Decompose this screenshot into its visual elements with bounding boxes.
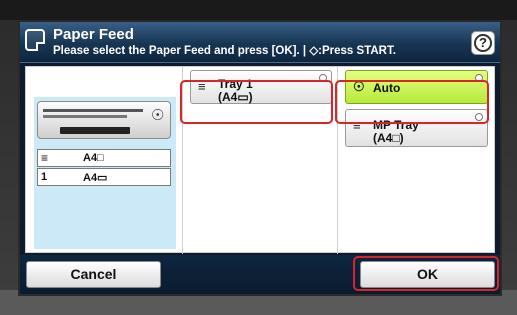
mp-tray-icon: ≡ xyxy=(353,118,361,133)
tray-icon: ≡ xyxy=(198,79,206,94)
printer-illustration: ☉ xyxy=(37,101,171,139)
touch-screen: Paper Feed Please select the Paper Feed … xyxy=(18,20,502,296)
mp-tray-icon: ≡ xyxy=(41,151,49,165)
preview-tray-paper: A4▭ xyxy=(83,172,108,184)
mp-tray-option-button[interactable]: ≡ MP Tray (A4□) xyxy=(345,109,488,147)
scanner-line xyxy=(43,109,143,112)
radio-indicator xyxy=(319,74,327,82)
radio-indicator xyxy=(475,113,483,121)
output-slot xyxy=(60,127,130,134)
auto-feed-icon: ☉ xyxy=(353,79,365,94)
radio-indicator xyxy=(475,74,483,82)
preview-tray-row: 1 A4▭ xyxy=(37,168,171,186)
machine-preview: ☉ ≡ A4□ 1 A4▭ xyxy=(34,97,176,249)
preview-tray-row: ≡ A4□ xyxy=(37,149,171,167)
device-bezel-right xyxy=(502,20,517,290)
tray-number: 1 xyxy=(41,171,48,183)
option-label: Auto xyxy=(373,81,401,95)
header-bar: Paper Feed Please select the Paper Feed … xyxy=(20,22,500,63)
option-paper-size: (A4▭) xyxy=(218,90,253,104)
paper-feed-panel: ☉ ≡ A4□ 1 A4▭ ≡ Tray 1 (A4▭) ☉ Auto ≡ MP… xyxy=(25,66,495,254)
tray1-option-button[interactable]: ≡ Tray 1 (A4▭) xyxy=(190,70,332,104)
help-button[interactable]: ? xyxy=(471,31,495,55)
footer-bar: Cancel OK xyxy=(20,255,500,294)
column-divider xyxy=(337,67,338,254)
help-icon: ? xyxy=(474,34,492,52)
page-instructions: Please select the Paper Feed and press [… xyxy=(53,45,396,57)
option-label: Tray 1 xyxy=(218,77,253,91)
cancel-button[interactable]: Cancel xyxy=(26,261,161,288)
device-bezel-top xyxy=(0,0,517,20)
option-paper-size: (A4□) xyxy=(373,131,404,145)
page-title: Paper Feed xyxy=(53,26,134,43)
option-label: MP Tray xyxy=(373,118,419,132)
device-bezel-left xyxy=(0,20,18,290)
preview-tray-paper: A4□ xyxy=(83,152,104,164)
scanner-line xyxy=(43,115,127,118)
auto-feed-icon: ☉ xyxy=(151,107,165,124)
auto-option-button[interactable]: ☉ Auto xyxy=(345,70,488,104)
document-icon xyxy=(25,29,45,51)
column-divider xyxy=(182,67,183,254)
ok-button[interactable]: OK xyxy=(360,261,495,288)
